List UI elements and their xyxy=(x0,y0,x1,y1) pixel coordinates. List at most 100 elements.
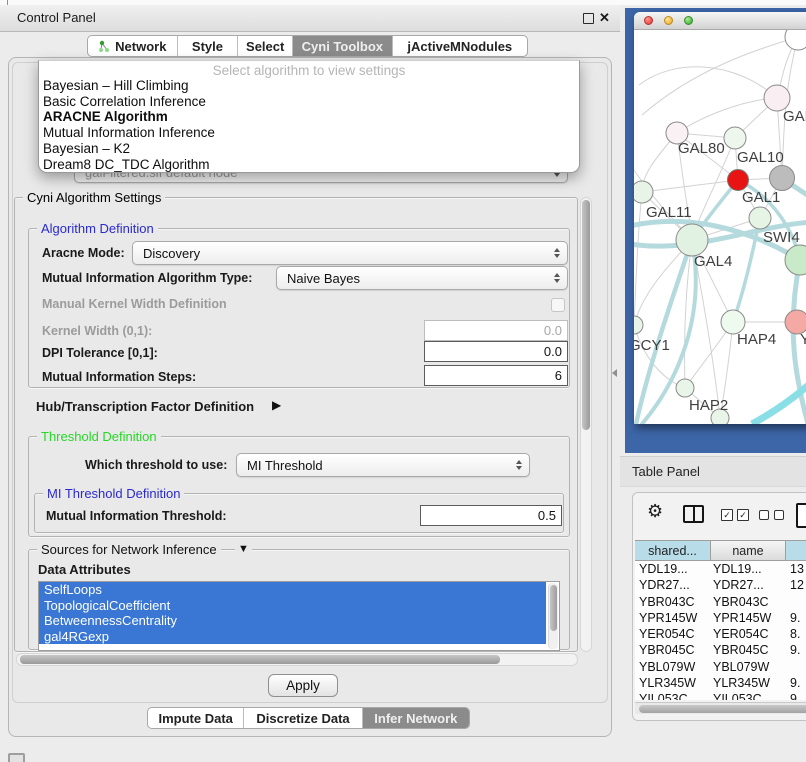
algorithm-option[interactable]: Bayesian – K2 xyxy=(43,141,575,157)
table-row[interactable]: YDL19...YDL19...13 xyxy=(635,561,806,577)
table-row[interactable]: YER054CYER054C8. xyxy=(635,626,806,642)
table-row[interactable]: YBL079WYBL079W xyxy=(635,659,806,675)
which-threshold-label: Which threshold to use: xyxy=(85,458,227,472)
algorithm-option[interactable]: Dream8 DC_TDC Algorithm xyxy=(43,157,575,173)
mi-threshold-definition-title: MI Threshold Definition xyxy=(43,486,184,501)
tab-network-label: Network xyxy=(115,39,166,54)
panel-splitter-handle[interactable] xyxy=(612,369,617,377)
apply-button[interactable]: Apply xyxy=(268,674,338,697)
sources-collapse-icon[interactable]: ▼ xyxy=(235,542,252,557)
node-label: GAL1 xyxy=(742,189,780,206)
data-attributes-list[interactable]: SelfLoops TopologicalCoefficient Between… xyxy=(38,581,560,651)
node-label: GAL11 xyxy=(646,204,692,221)
table-body[interactable]: YDL19...YDL19...13 YDR27...YDR27...12 YB… xyxy=(635,561,806,700)
tab-discretize-data-label: Discretize Data xyxy=(256,711,349,726)
table-widget: ⚙ ✓ ✓ shared... name YDL19...YDL19...13 … xyxy=(632,492,806,721)
bottom-tabbar: Impute Data Discretize Data Infer Networ… xyxy=(147,707,470,729)
tab-infer-network[interactable]: Infer Network xyxy=(363,708,469,728)
tab-jactivemnodules[interactable]: jActiveMNodules xyxy=(393,36,527,56)
node-gray[interactable] xyxy=(770,166,795,191)
kernel-width-field: 0.0 xyxy=(424,320,568,341)
aracne-mode-value: Discovery xyxy=(143,246,200,261)
network-window[interactable]: GAL GAL80 GAL10 GAL1 GAL11 SWI4 GAL4 GCY… xyxy=(634,12,806,424)
sources-title[interactable]: Sources for Network Inference xyxy=(37,542,221,557)
node-gal1-selected[interactable] xyxy=(728,170,749,191)
tab-select[interactable]: Select xyxy=(238,36,293,56)
node-label: GAL xyxy=(783,108,806,125)
table-row[interactable]: YBR043CYBR043C xyxy=(635,594,806,610)
algorithm-option[interactable]: Bayesian – Hill Climbing xyxy=(43,78,575,94)
column-header-name[interactable]: name xyxy=(711,540,786,561)
attribute-item-selected[interactable]: SelfLoops xyxy=(39,582,546,598)
table-row[interactable]: YIL053CYIL053C9. xyxy=(635,691,806,700)
manual-kernel-checkbox[interactable] xyxy=(551,298,565,312)
split-columns-icon[interactable] xyxy=(683,505,704,523)
node[interactable] xyxy=(785,30,806,50)
column-header-cut[interactable] xyxy=(786,540,806,561)
node-label: GAL80 xyxy=(678,140,725,157)
control-panel-tabbar: Network Style Select Cyni Toolbox jActiv… xyxy=(87,35,528,57)
algorithm-option[interactable]: Mutual Information Inference xyxy=(43,125,575,141)
algorithm-option-selected[interactable]: ARACNE Algorithm xyxy=(43,109,575,125)
table-row[interactable]: YPR145WYPR145W9. xyxy=(635,610,806,626)
node-label: GAL10 xyxy=(737,149,784,166)
algorithm-option[interactable]: Basic Correlation Inference xyxy=(43,94,575,110)
gear-icon[interactable]: ⚙ xyxy=(647,501,663,522)
table-panel-title: Table Panel xyxy=(632,457,700,487)
minimize-traffic-icon[interactable] xyxy=(664,16,673,25)
attribute-item-selected[interactable]: TopologicalCoefficient xyxy=(39,598,546,614)
algorithm-dropdown[interactable]: Select algorithm to view settings Bayesi… xyxy=(38,60,580,173)
settings-vscrollbar[interactable] xyxy=(580,197,592,652)
tab-impute-data[interactable]: Impute Data xyxy=(148,708,244,728)
mi-threshold-field[interactable]: 0.5 xyxy=(420,505,562,526)
tab-cyni-toolbox[interactable]: Cyni Toolbox xyxy=(293,36,393,56)
table-row[interactable]: YDR27...YDR27...12 xyxy=(635,577,806,593)
kernel-width-label: Kernel Width (0,1): xyxy=(42,324,152,338)
cyni-algorithm-settings-title: Cyni Algorithm Settings xyxy=(23,190,165,205)
which-threshold-select[interactable]: MI Threshold xyxy=(236,453,530,477)
node-big-green[interactable] xyxy=(785,245,806,275)
tab-network[interactable]: Network xyxy=(88,36,178,56)
close-traffic-icon[interactable] xyxy=(644,16,653,25)
node-swi4[interactable] xyxy=(749,207,771,229)
control-panel-titlebar: Control Panel ✕ xyxy=(0,5,620,32)
node-label: HAP2 xyxy=(689,397,728,414)
node-gal10[interactable] xyxy=(724,127,746,149)
node-gal11[interactable] xyxy=(634,181,653,203)
attributes-scrollbar[interactable] xyxy=(548,583,558,649)
deselect-checkbox-icon2[interactable] xyxy=(774,510,784,520)
network-canvas[interactable]: GAL GAL80 GAL10 GAL1 GAL11 SWI4 GAL4 GCY… xyxy=(634,30,806,424)
table-row[interactable]: YLR345WYLR345W9. xyxy=(635,675,806,691)
select-all-checkbox-icon[interactable]: ✓ xyxy=(721,509,733,521)
control-panel-title: Control Panel xyxy=(17,5,96,31)
export-table-icon[interactable] xyxy=(796,503,806,528)
minimized-panel-chip[interactable] xyxy=(8,753,25,762)
select-all-checkbox-icon2[interactable]: ✓ xyxy=(737,509,749,521)
float-window-icon[interactable] xyxy=(583,13,594,24)
attribute-item-selected[interactable]: BetweennessCentrality xyxy=(39,613,546,629)
node-gcy1[interactable] xyxy=(634,316,643,334)
network-window-titlebar[interactable] xyxy=(634,12,806,30)
mi-steps-field[interactable]: 6 xyxy=(424,365,568,386)
hub-definition-label[interactable]: Hub/Transcription Factor Definition xyxy=(36,399,254,414)
node-hap2[interactable] xyxy=(676,379,694,397)
hub-expand-icon[interactable]: ▶ xyxy=(272,398,281,412)
deselect-checkbox-icon[interactable] xyxy=(759,510,769,520)
node-label: HAP4 xyxy=(737,331,776,348)
zoom-traffic-icon[interactable] xyxy=(684,16,693,25)
tab-style[interactable]: Style xyxy=(178,36,239,56)
node-gal4[interactable] xyxy=(676,224,708,256)
close-icon[interactable]: ✕ xyxy=(599,10,610,26)
table-hscrollbar[interactable] xyxy=(635,702,806,714)
attribute-item-selected[interactable]: gal4RGexp xyxy=(39,629,546,645)
kernel-width-value: 0.0 xyxy=(544,323,562,338)
node-label: GAL4 xyxy=(694,253,732,270)
tab-discretize-data[interactable]: Discretize Data xyxy=(244,708,362,728)
mi-steps-value: 6 xyxy=(555,368,562,383)
column-header-shared-name[interactable]: shared... xyxy=(635,540,711,561)
mi-algorithm-type-select[interactable]: Naive Bayes xyxy=(276,266,568,290)
table-row[interactable]: YBR045CYBR045C9. xyxy=(635,642,806,658)
aracne-mode-select[interactable]: Discovery xyxy=(132,241,568,265)
settings-hscrollbar[interactable] xyxy=(16,653,578,666)
dpi-tolerance-field[interactable]: 0.0 xyxy=(424,341,568,362)
